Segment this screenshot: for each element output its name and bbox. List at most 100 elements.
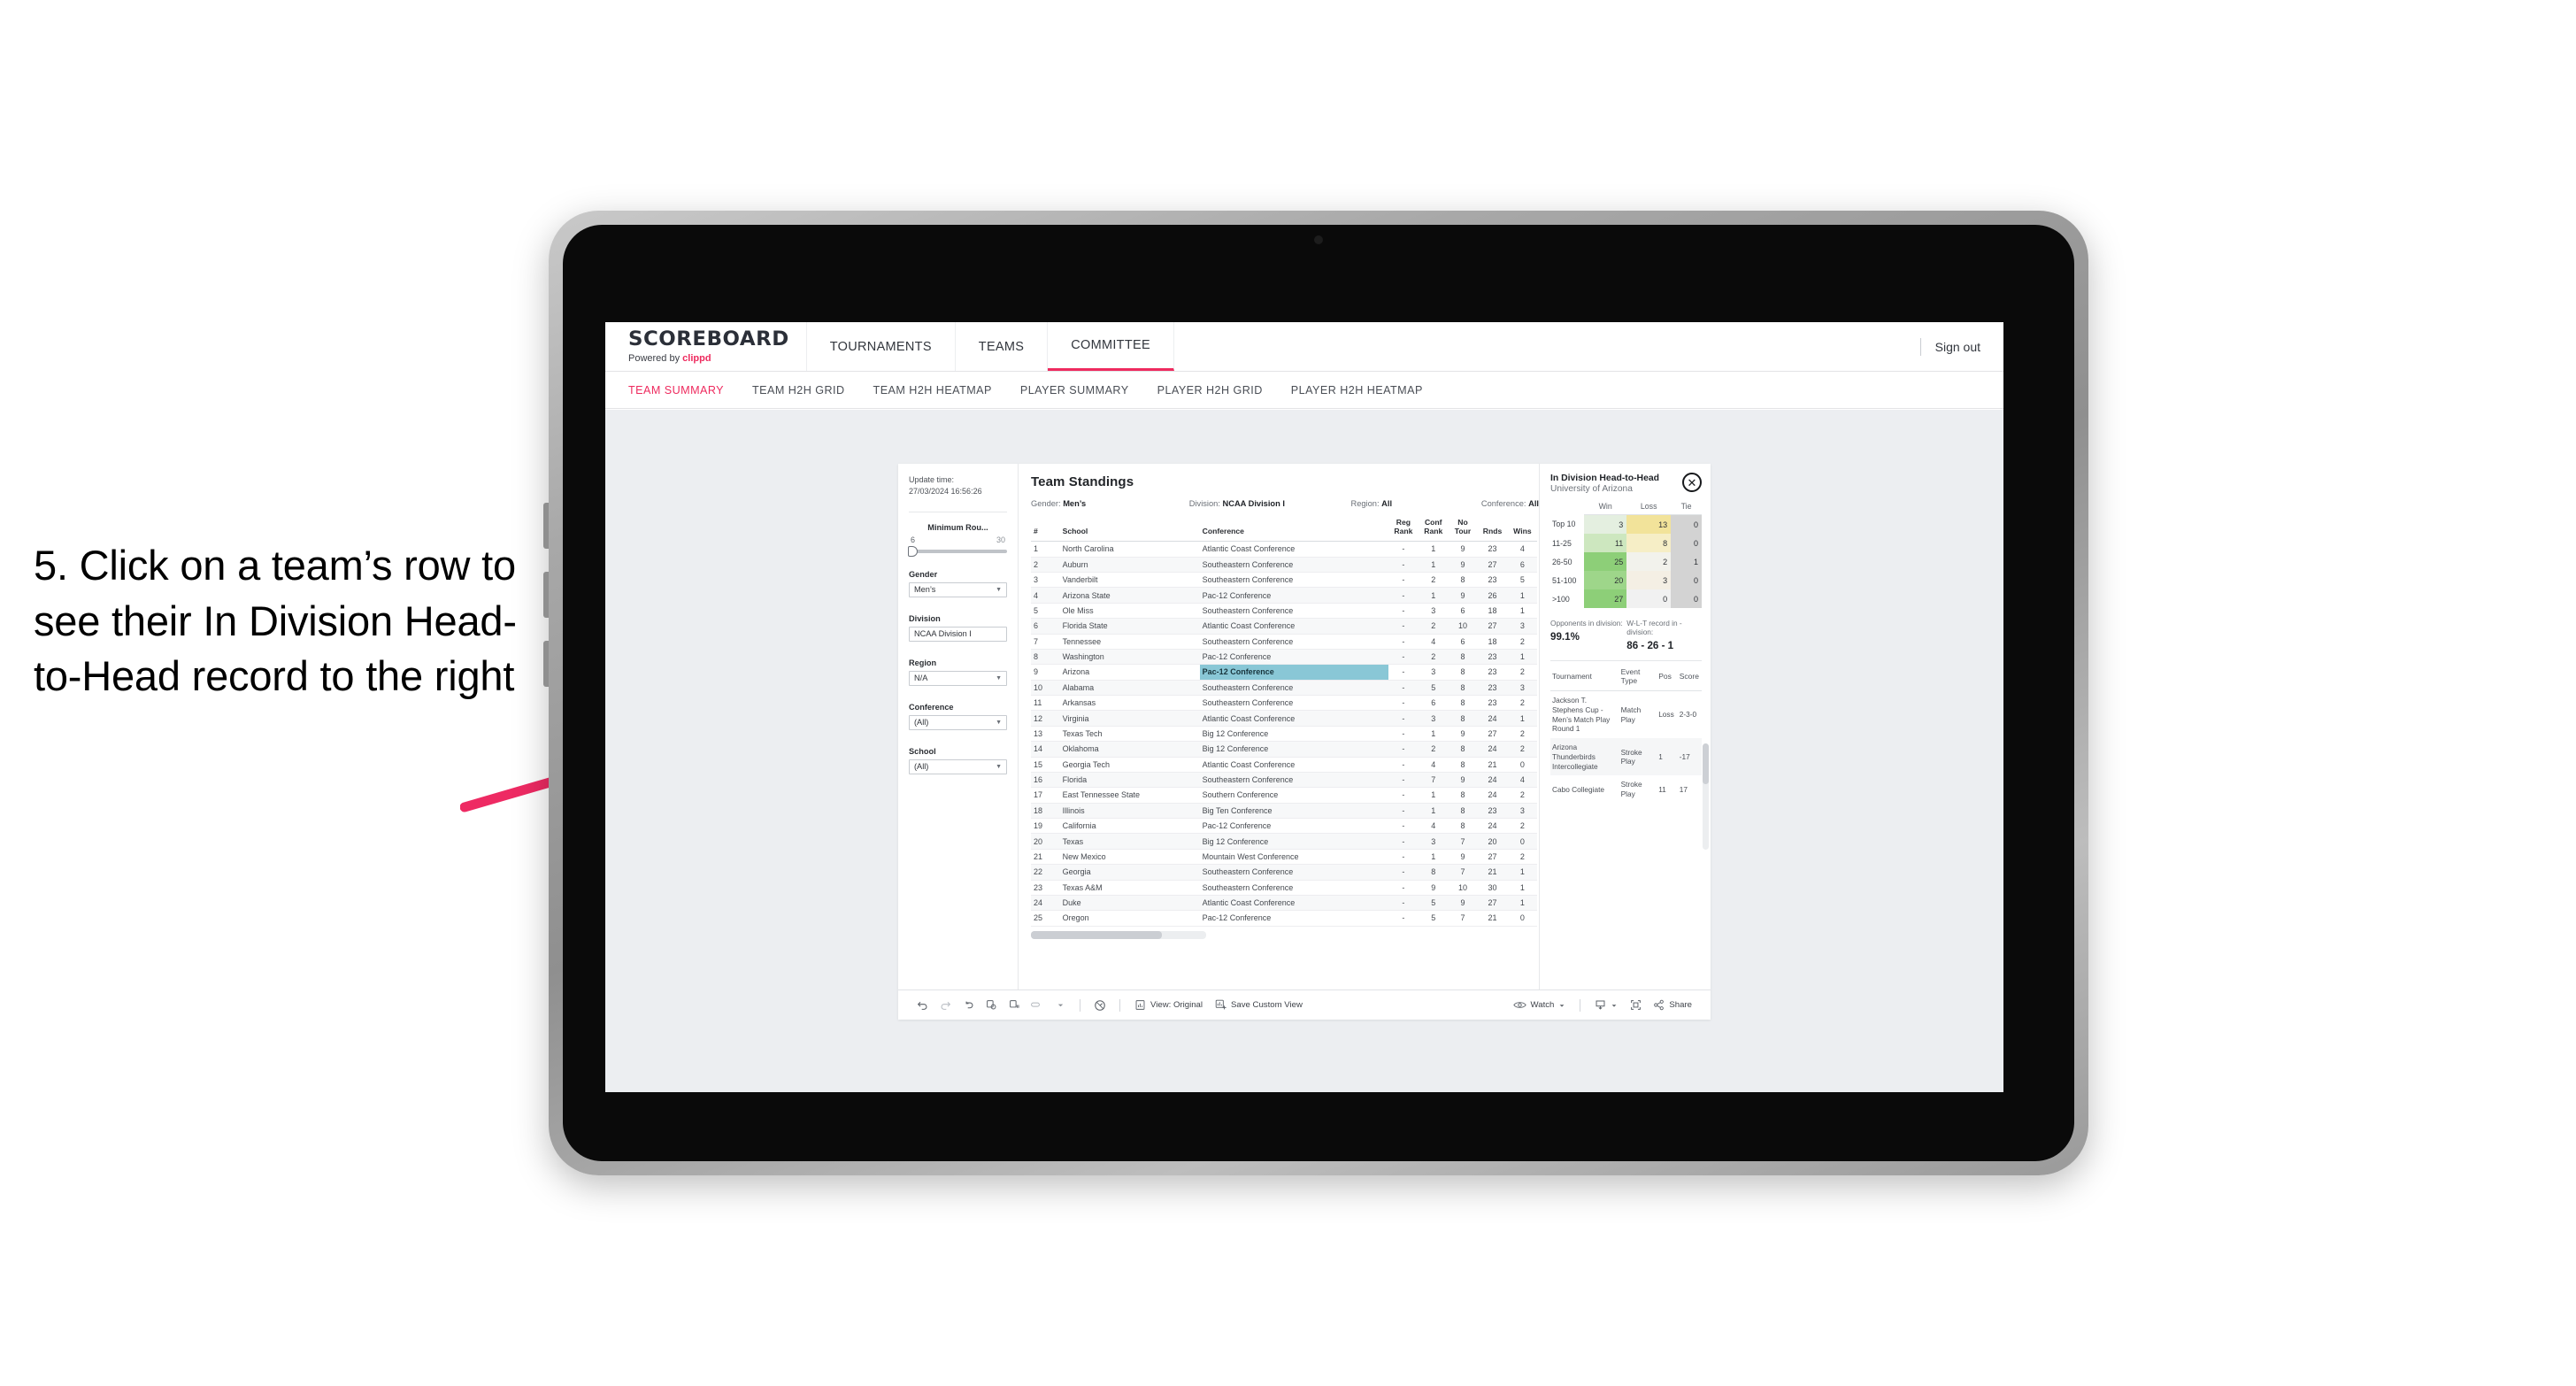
view-original-button[interactable]: View: Original xyxy=(1128,999,1209,1011)
undo-icon[interactable] xyxy=(911,994,934,1017)
cell-wins: 2 xyxy=(1507,726,1537,743)
minimum-rounds-slider[interactable] xyxy=(908,545,1007,557)
col-rank[interactable]: # xyxy=(1031,516,1060,543)
table-row[interactable]: 21 New Mexico Mountain West Conference -1 9 2… xyxy=(1031,849,1537,866)
cell-wins: 2 xyxy=(1507,695,1537,712)
tournament-row[interactable]: Arizona Thunderbirds Intercollegiate Stro… xyxy=(1550,738,1702,776)
table-row[interactable]: 19 California Pac-12 Conference -4 8 24 2 xyxy=(1031,818,1537,835)
view-original-label: View: Original xyxy=(1150,1000,1203,1010)
h2h-cell-loss: 8 xyxy=(1626,534,1672,552)
tournaments-table: Tournament Event Type Pos Score Jackson … xyxy=(1550,667,1702,804)
cell-rank: 19 xyxy=(1031,818,1060,835)
tab-player-summary[interactable]: PLAYER SUMMARY xyxy=(1020,384,1129,397)
col-reg-rank[interactable]: Reg Rank xyxy=(1388,516,1419,543)
chevron-down-icon: ▼ xyxy=(996,674,1002,681)
device-preview-icon[interactable] xyxy=(1026,994,1049,1017)
filter-school-select[interactable]: (All) ▼ xyxy=(909,758,1007,774)
save-custom-view-button[interactable]: Save Custom View xyxy=(1209,999,1309,1011)
slider-handle[interactable] xyxy=(908,545,918,557)
cell-conference: Big Ten Conference xyxy=(1199,803,1388,820)
table-row[interactable]: 7 Tennessee Southeastern Conference -4 6 18 2 xyxy=(1031,634,1537,650)
cell-rnds: 23 xyxy=(1477,649,1508,666)
col-no-tour[interactable]: No Tour xyxy=(1448,516,1478,543)
tournaments-table-head: Tournament Event Type Pos Score xyxy=(1550,667,1702,691)
tournaments-vertical-scrollbar[interactable] xyxy=(1703,743,1709,850)
revert-icon[interactable] xyxy=(957,994,980,1017)
cell-reg-rank: - xyxy=(1388,818,1419,835)
col-conference[interactable]: Conference xyxy=(1199,516,1388,543)
tab-team-summary[interactable]: TEAM SUMMARY xyxy=(628,384,724,397)
table-row[interactable]: 9 Arizona Pac-12 Conference -3 8 23 2 xyxy=(1031,664,1537,681)
table-row[interactable]: 1 North Carolina Atlantic Coast Conference… xyxy=(1031,541,1537,558)
table-row[interactable]: 6 Florida State Atlantic Coast Conference -… xyxy=(1031,618,1537,635)
cell-conference: Atlantic Coast Conference xyxy=(1199,541,1388,558)
cell-rank: 6 xyxy=(1031,618,1060,635)
table-row[interactable]: 16 Florida Southeastern Conference -7 9 24 4 xyxy=(1031,772,1537,789)
refresh-data-icon[interactable] xyxy=(980,994,1003,1017)
filter-minimum-rounds: Minimum Rou... 6 30 xyxy=(908,523,1007,557)
cell-rnds: 30 xyxy=(1477,880,1508,896)
cell-wins: 4 xyxy=(1507,772,1537,789)
fullscreen-icon[interactable] xyxy=(1624,994,1647,1017)
table-row[interactable]: 2 Auburn Southeastern Conference -1 9 27 6 xyxy=(1031,557,1537,574)
table-row[interactable]: 13 Texas Tech Big 12 Conference -1 9 27 2 xyxy=(1031,726,1537,743)
filter-gender-select[interactable]: Men’s ▼ xyxy=(909,581,1007,597)
download-button[interactable] xyxy=(1588,999,1624,1011)
table-row[interactable]: 23 Texas A&M Southeastern Conference -9 10 30… xyxy=(1031,880,1537,896)
cell-wins: 2 xyxy=(1507,818,1537,835)
stat-opponents-value: 99.1% xyxy=(1550,631,1580,643)
scrollbar-thumb[interactable] xyxy=(1703,743,1709,784)
table-row[interactable]: 11 Arkansas Southeastern Conference -6 8 23 2 xyxy=(1031,695,1537,712)
tab-player-h2h-heatmap[interactable]: PLAYER H2H HEATMAP xyxy=(1291,384,1423,397)
close-icon[interactable]: ✕ xyxy=(1682,473,1702,492)
nav-item-teams[interactable]: TEAMS xyxy=(956,322,1049,371)
standings-horizontal-scrollbar[interactable] xyxy=(1031,930,1206,939)
h2h-matrix-row: >100 27 0 0 xyxy=(1550,589,1702,608)
tab-team-h2h-heatmap[interactable]: TEAM H2H HEATMAP xyxy=(873,384,992,397)
cell-reg-rank: - xyxy=(1388,557,1419,574)
col-school[interactable]: School xyxy=(1059,516,1200,543)
filter-region-select[interactable]: N/A ▼ xyxy=(909,670,1007,686)
table-row[interactable]: 24 Duke Atlantic Coast Conference -5 9 27 1 xyxy=(1031,895,1537,912)
pause-updates-icon[interactable] xyxy=(1003,994,1026,1017)
table-row[interactable]: 4 Arizona State Pac-12 Conference -1 9 26 1 xyxy=(1031,587,1537,604)
col-wins[interactable]: Wins xyxy=(1507,516,1537,543)
h2h-col-loss: Loss xyxy=(1626,502,1672,515)
table-row[interactable]: 8 Washington Pac-12 Conference -2 8 23 1 xyxy=(1031,649,1537,666)
chevron-down-icon[interactable] xyxy=(1049,994,1072,1017)
cell-wins: 1 xyxy=(1507,710,1537,727)
brand-logo[interactable]: SCOREBOARD Powered by clippd xyxy=(605,322,807,371)
nav-item-tournaments[interactable]: TOURNAMENTS xyxy=(807,322,956,371)
table-row[interactable]: 10 Alabama Southeastern Conference -5 8 23 3 xyxy=(1031,680,1537,697)
filter-division-select[interactable]: NCAA Division I xyxy=(909,626,1007,642)
nav-item-committee[interactable]: COMMITTEE xyxy=(1048,322,1174,371)
table-row[interactable]: 15 Georgia Tech Atlantic Coast Conference -… xyxy=(1031,757,1537,773)
alert-icon[interactable] xyxy=(1088,994,1111,1017)
h2h-matrix-row: 51-100 20 3 0 xyxy=(1550,571,1702,589)
col-rnds[interactable]: Rnds xyxy=(1477,516,1508,543)
table-row[interactable]: 22 Georgia Southeastern Conference -8 7 21 1 xyxy=(1031,864,1537,881)
tournament-row[interactable]: Cabo Collegiate Stroke Play 11 17 xyxy=(1550,775,1702,804)
table-row[interactable]: 25 Oregon Pac-12 Conference -5 7 21 0 xyxy=(1031,910,1537,927)
redo-icon[interactable] xyxy=(934,994,957,1017)
table-row[interactable]: 5 Ole Miss Southeastern Conference -3 6 18 1 xyxy=(1031,603,1537,620)
watch-label: Watch xyxy=(1530,1000,1555,1010)
tab-team-h2h-grid[interactable]: TEAM H2H GRID xyxy=(752,384,845,397)
cell-rank: 12 xyxy=(1031,710,1060,727)
tournament-row[interactable]: Jackson T. Stephens Cup - Men’s Match Pl… xyxy=(1550,691,1702,739)
filter-region-label: Region xyxy=(909,658,937,667)
table-row[interactable]: 17 East Tennessee State Southern Conferenc… xyxy=(1031,787,1537,804)
filter-conference-select[interactable]: (All) ▼ xyxy=(909,714,1007,730)
cell-conf-rank: 8 xyxy=(1418,864,1449,881)
watch-button[interactable]: Watch xyxy=(1507,1000,1573,1010)
table-row[interactable]: 20 Texas Big 12 Conference -3 7 20 0 xyxy=(1031,833,1537,850)
share-button[interactable]: Share xyxy=(1647,999,1698,1011)
tab-player-h2h-grid[interactable]: PLAYER H2H GRID xyxy=(1157,384,1263,397)
scrollbar-thumb[interactable] xyxy=(1031,930,1162,939)
sign-out-link[interactable]: Sign out xyxy=(1935,340,1980,354)
table-row[interactable]: 3 Vanderbilt Southeastern Conference -2 8 23 5 xyxy=(1031,572,1537,589)
table-row[interactable]: 12 Virginia Atlantic Coast Conference -3 8 24… xyxy=(1031,710,1537,727)
table-row[interactable]: 14 Oklahoma Big 12 Conference -2 8 24 2 xyxy=(1031,741,1537,758)
table-row[interactable]: 18 Illinois Big Ten Conference -1 8 23 3 xyxy=(1031,803,1537,820)
col-conf-rank[interactable]: Conf Rank xyxy=(1418,516,1449,543)
